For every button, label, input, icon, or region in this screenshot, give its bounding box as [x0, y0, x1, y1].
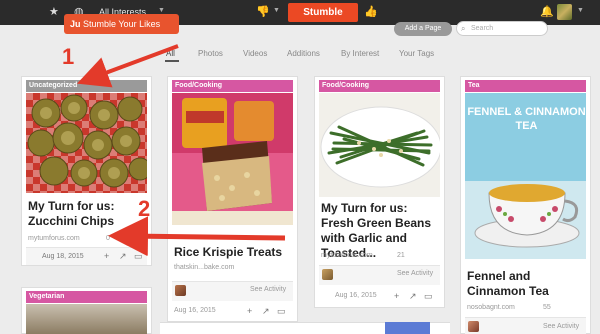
- annotation-number-2: 2: [138, 196, 151, 221]
- annotation-number-1: 1: [62, 44, 75, 69]
- annotation-arrow-1: [77, 44, 179, 88]
- annotation-arrow-2: [108, 216, 286, 257]
- annotation-arrows: [77, 44, 286, 257]
